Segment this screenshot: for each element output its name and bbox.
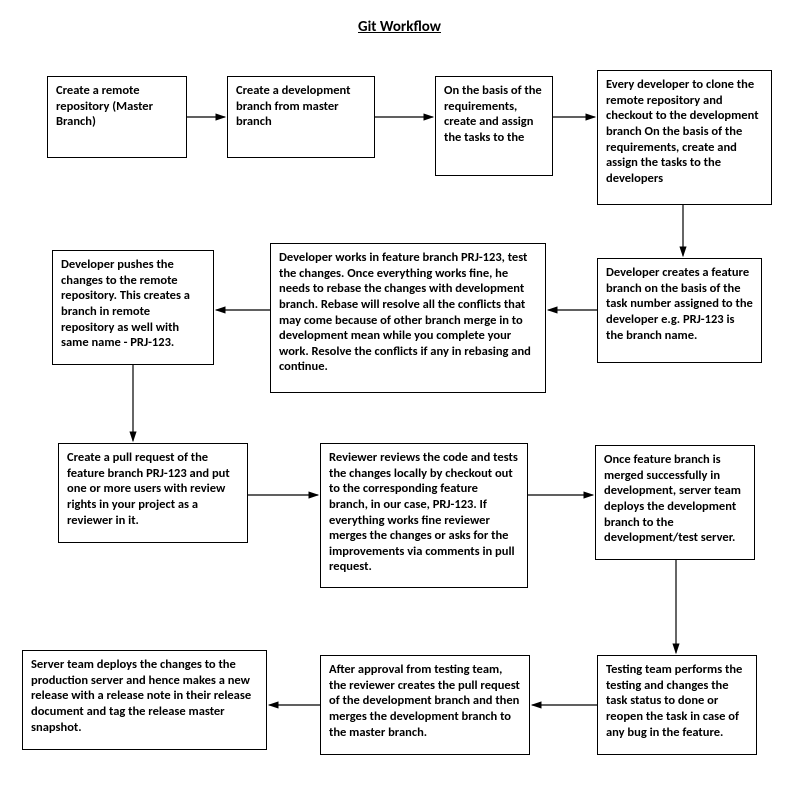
box-create-feature-branch: Developer creates a feature branch on th… xyxy=(597,258,762,363)
box-create-assign-tasks: On the basis of the requirements, create… xyxy=(435,76,553,176)
box-testing-team: Testing team performs the testing and ch… xyxy=(597,655,757,755)
box-reviewer-reviews: Reviewer reviews the code and tests the … xyxy=(320,443,528,588)
box-push-remote: Developer pushes the changes to the remo… xyxy=(52,250,214,365)
box-clone-checkout: Every developer to clone the remote repo… xyxy=(597,70,772,205)
box-deploy-production: Server team deploys the changes to the p… xyxy=(22,650,267,750)
page-title: Git Workflow xyxy=(358,18,441,36)
box-work-rebase: Developer works in feature branch PRJ-12… xyxy=(270,243,546,393)
box-create-pull-request: Create a pull request of the feature bra… xyxy=(58,443,248,543)
box-deploy-dev: Once feature branch is merged successful… xyxy=(595,445,755,560)
box-create-remote-repo: Create a remote repository (Master Branc… xyxy=(47,76,187,158)
box-merge-to-master: After approval from testing team, the re… xyxy=(320,655,530,755)
box-create-dev-branch: Create a development branch from master … xyxy=(227,76,375,158)
